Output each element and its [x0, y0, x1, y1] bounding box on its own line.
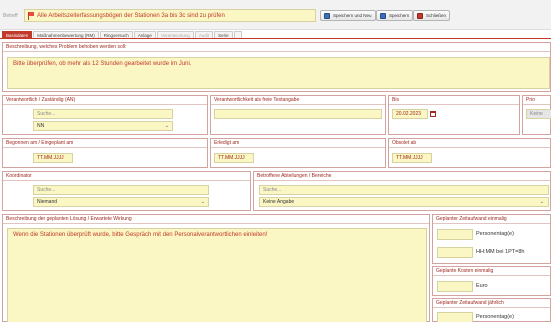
- free-text-input[interactable]: [214, 109, 382, 119]
- responsible-selected: NN: [37, 123, 45, 129]
- personentage-unit: Personentag(e): [476, 231, 514, 237]
- prio-select[interactable]: Keine: [526, 109, 551, 119]
- save-icon: [324, 12, 330, 19]
- obsolet-section: Obsolet ab TT.MM.JJJJ: [388, 138, 551, 168]
- zeitaufwand-label: Geplanter Zeitaufwand einmalig: [433, 215, 550, 224]
- save-and-new-label: Speichern und Neu: [333, 13, 372, 18]
- koordinator-label: Koordinator: [3, 172, 250, 181]
- abteilungen-select[interactable]: Keine Angabe ⌄: [259, 197, 549, 207]
- problem-section: Beschreibung, welches Problem behoben we…: [2, 42, 551, 92]
- bis-section: Bis 20.02.2023: [388, 95, 520, 135]
- tab-bar: Basisdaten Maßnahmenbewertung (RM) Ringv…: [0, 31, 551, 39]
- betreff-label: Betreff: [3, 13, 18, 19]
- save-icon: [380, 12, 386, 19]
- zeitaufwand-jaehrlich-input[interactable]: [437, 312, 473, 322]
- save-label: Speichern: [389, 13, 410, 18]
- toolbar: Betreff Alle Arbeitszeiterfassungsbögen …: [0, 0, 551, 30]
- save-and-new-button[interactable]: Speichern und Neu: [320, 10, 376, 21]
- tab-massnahmenbewertung[interactable]: Maßnahmenbewertung (RM): [33, 31, 99, 38]
- loesung-textarea[interactable]: Wenn die Stationen überprüft wurde, bitt…: [7, 228, 427, 322]
- calendar-icon[interactable]: [430, 111, 436, 117]
- erledigt-date-input[interactable]: TT.MM.JJJJ: [214, 153, 254, 163]
- hhmm-input[interactable]: [437, 247, 473, 258]
- loesung-label: Beschreibung der geplanten Lösung / Erwa…: [3, 215, 429, 224]
- tab-ringversuch[interactable]: Ringversuch: [99, 31, 133, 38]
- zeitaufwand-jaehrlich-label: Geplanter Zeitaufwand jährlich: [433, 299, 550, 308]
- problem-label: Beschreibung, welches Problem behoben we…: [3, 43, 550, 52]
- zeitaufwand-section: Geplanter Zeitaufwand einmalig Personent…: [432, 214, 551, 264]
- begonnen-section: Begonnen am / Eingeplant am TT.MM.JJJJ: [2, 138, 208, 168]
- tab-verantwortung[interactable]: Verantwortung: [156, 31, 194, 38]
- responsible-label: Verantwortlich / Zuständig (AN): [3, 96, 207, 105]
- obsolet-date-input[interactable]: TT.MM.JJJJ: [392, 153, 432, 163]
- obsolet-label: Obsolet ab: [389, 139, 550, 148]
- erledigt-section: Erledigt am TT.MM.JJJJ: [210, 138, 386, 168]
- chevron-down-icon: ⌄: [200, 199, 205, 205]
- hhmm-unit: HH:MM bei 1PT=8h: [476, 249, 525, 255]
- personentage-input[interactable]: [437, 229, 473, 240]
- chevron-down-icon: ⌄: [164, 123, 169, 129]
- save-button[interactable]: Speichern: [376, 10, 414, 21]
- abteilungen-search-input[interactable]: Suche...: [259, 185, 549, 195]
- begonnen-label: Begonnen am / Eingeplant am: [3, 139, 207, 148]
- bis-label: Bis: [389, 96, 519, 105]
- abteilungen-section: Betroffene Abteilungen / Bereiche Suche.…: [253, 171, 551, 211]
- tab-serie[interactable]: Serie: [214, 31, 233, 38]
- free-text-section: Verantwortlichkeit als freie Textangabe: [210, 95, 386, 135]
- tab-audit[interactable]: Audit: [194, 31, 214, 38]
- loesung-section: Beschreibung der geplanten Lösung / Erwa…: [2, 214, 430, 322]
- responsible-section: Verantwortlich / Zuständig (AN) Suche...…: [2, 95, 208, 135]
- responsible-search-input[interactable]: Suche...: [33, 109, 173, 119]
- kosten-unit: Euro: [476, 283, 488, 289]
- loesung-text: Wenn die Stationen überprüft wurde, bitt…: [13, 232, 268, 238]
- close-label: Schließen: [426, 13, 447, 18]
- kosten-input[interactable]: [437, 281, 473, 292]
- tab-more[interactable]: [233, 31, 242, 38]
- koordinator-select[interactable]: Niemand ⌄: [33, 197, 209, 207]
- betreff-value: Alle Arbeitszeiterfassungsbögen der Stat…: [37, 12, 225, 19]
- tab-anlage[interactable]: Anlage: [133, 31, 156, 38]
- koordinator-selected: Niemand: [37, 199, 58, 205]
- kosten-section: Geplante Kosten einmalig Euro: [432, 266, 551, 296]
- chevron-down-icon: ⌄: [539, 199, 544, 205]
- responsible-select[interactable]: NN ⌄: [33, 121, 173, 131]
- abteilungen-selected: Keine Angabe: [263, 199, 295, 205]
- free-text-label: Verantwortlichkeit als freie Textangabe: [211, 96, 385, 105]
- problem-textarea[interactable]: Bitte überprüfen, ob mehr als 12 Stunden…: [7, 57, 550, 89]
- problem-text: Bitte überprüfen, ob mehr als 12 Stunden…: [13, 61, 192, 67]
- zeitaufwand-jaehrlich-unit: Personentag(e): [476, 314, 514, 320]
- flag-icon: [28, 11, 34, 20]
- begonnen-date-input[interactable]: TT.MM.JJJJ: [33, 153, 73, 163]
- bis-date-input[interactable]: 20.02.2023: [392, 109, 428, 119]
- tab-basisdaten[interactable]: Basisdaten: [2, 31, 33, 38]
- close-icon: [417, 12, 423, 19]
- koordinator-search-input[interactable]: Suche...: [33, 185, 209, 195]
- prio-label: Prio: [523, 96, 550, 105]
- koordinator-section: Koordinator Suche... Niemand ⌄: [2, 171, 251, 211]
- kosten-label: Geplante Kosten einmalig: [433, 267, 550, 276]
- betreff-field[interactable]: Alle Arbeitszeiterfassungsbögen der Stat…: [24, 9, 316, 22]
- abteilungen-label: Betroffene Abteilungen / Bereiche: [254, 172, 550, 181]
- erledigt-label: Erledigt am: [211, 139, 385, 148]
- prio-section: Prio Keine: [522, 95, 551, 135]
- close-button[interactable]: Schließen: [413, 10, 451, 21]
- zeitaufwand-jaehrlich-section: Geplanter Zeitaufwand jährlich Personent…: [432, 298, 551, 322]
